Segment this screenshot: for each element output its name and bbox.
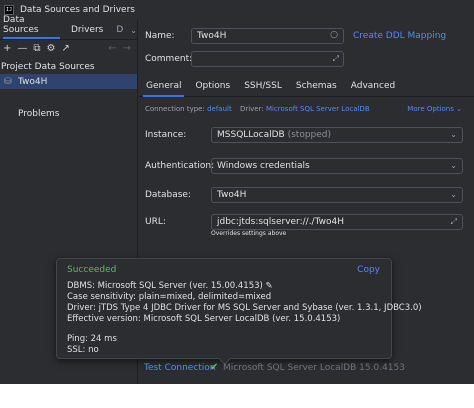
ssl-line: SSL: no: [67, 345, 99, 355]
project-data-sources-heading: Project Data Sources: [1, 62, 95, 72]
expand-icon[interactable]: ⤢: [451, 215, 457, 229]
chevron-down-icon: ⌄: [450, 161, 457, 170]
tab-data-sources[interactable]: Data Sources: [3, 15, 63, 39]
intellij-app-icon: IJ: [4, 5, 14, 15]
tab-ssh-ssl[interactable]: SSH/SSL: [237, 75, 289, 97]
url-hint: Overrides settings above: [211, 230, 287, 237]
instance-combo[interactable]: MSSQLLocalDB (stopped) ⌄: [211, 127, 463, 143]
url-label: URL:: [145, 217, 166, 227]
check-icon: ✔: [210, 362, 219, 373]
connection-type-label: Connection type:: [145, 105, 205, 113]
comment-label: Comment:: [145, 54, 193, 64]
add-icon[interactable]: +: [3, 43, 11, 54]
comment-field[interactable]: ⤢: [191, 51, 344, 67]
result-line: DBMS: Microsoft SQL Server (ver. 15.00.4…: [67, 281, 273, 291]
test-connection-result-popup: Succeeded Copy DBMS: Microsoft SQL Serve…: [56, 258, 422, 365]
title-bar: IJ Data Sources and Drivers: [0, 0, 474, 20]
settings-icon[interactable]: ⚙: [47, 43, 56, 54]
test-result-text: Microsoft SQL Server LocalDB 15.0.4153: [223, 363, 405, 373]
copy-link[interactable]: Copy: [357, 265, 380, 275]
back-arrow-icon[interactable]: ←: [108, 43, 116, 54]
tabs-overflow-chevron-icon[interactable]: ⌄: [130, 26, 137, 39]
instance-status: (stopped): [287, 130, 332, 140]
tab-drivers[interactable]: Drivers: [71, 25, 108, 39]
color-circle-icon[interactable]: ○: [330, 30, 338, 41]
duplicate-icon[interactable]: ⧉: [33, 43, 40, 54]
window-title: Data Sources and Drivers: [20, 5, 135, 15]
left-toolbar: + — ⧉ ⚙ ↗ ← →: [0, 40, 137, 57]
name-label: Name:: [145, 31, 175, 41]
chevron-down-icon: ⌄: [456, 105, 462, 113]
export-icon[interactable]: ↗: [62, 43, 70, 54]
tab-advanced[interactable]: Advanced: [344, 75, 402, 97]
connection-type-value[interactable]: default: [207, 105, 232, 113]
case-sensitivity-line: Case sensitivity: plain=mixed, delimited…: [67, 292, 272, 302]
tab-d-truncated[interactable]: D: [116, 25, 128, 39]
chevron-down-icon: ⌄: [450, 190, 457, 199]
authentication-combo[interactable]: Windows credentials ⌄: [211, 158, 463, 174]
url-value: jdbc:jtds:sqlserver://./Two4H: [217, 217, 344, 227]
more-options-link[interactable]: More Options ⌄: [407, 105, 462, 113]
dialog-window: IJ Data Sources and Drivers Data Sources…: [0, 0, 474, 384]
status-succeeded: Succeeded: [67, 265, 117, 275]
authentication-label: Authentication:: [145, 161, 215, 171]
forward-arrow-icon[interactable]: →: [123, 43, 131, 54]
settings-tabs: General Options SSH/SSL Schemas Advanced: [139, 75, 474, 97]
tab-options[interactable]: Options: [188, 75, 237, 97]
test-connection-bar: Test Connection ✔ Microsoft SQL Server L…: [139, 361, 474, 377]
data-source-name: Two4H: [18, 76, 48, 87]
left-tabs: Data Sources Drivers D ⌄: [0, 15, 137, 40]
database-icon: ⛁: [4, 76, 12, 87]
url-field[interactable]: jdbc:jtds:sqlserver://./Two4H ⤢: [211, 214, 463, 230]
effective-version-line: Effective version: Microsoft SQL Server …: [67, 314, 341, 324]
edit-pencil-icon[interactable]: ✎: [266, 281, 273, 291]
expand-icon[interactable]: ⤢: [333, 53, 339, 64]
name-value: Two4H: [197, 31, 227, 41]
authentication-value: Windows credentials: [217, 161, 310, 171]
database-combo[interactable]: Two4H ⌄: [211, 187, 463, 203]
ping-line: Ping: 24 ms: [67, 334, 117, 344]
create-ddl-mapping-link[interactable]: Create DDL Mapping: [353, 31, 446, 41]
database-value: Two4H: [217, 190, 247, 200]
driver-label: Driver:: [239, 105, 264, 113]
database-label: Database:: [145, 190, 191, 200]
tab-schemas[interactable]: Schemas: [289, 75, 344, 97]
remove-icon[interactable]: —: [17, 43, 27, 54]
driver-value[interactable]: Microsoft SQL Server LocalDB: [266, 105, 370, 113]
driver-line: Driver: jTDS Type 4 JDBC Driver for MS S…: [67, 303, 422, 313]
problems-item[interactable]: Problems: [0, 109, 137, 119]
tab-general[interactable]: General: [139, 75, 188, 97]
connection-info-row: Connection type: default Driver: Microso…: [145, 105, 370, 113]
data-source-item-two4h[interactable]: ⛁ Two4H: [0, 74, 137, 89]
chevron-down-icon: ⌄: [450, 130, 457, 139]
more-options-label: More Options: [407, 105, 454, 113]
instance-value: MSSQLLocalDB: [217, 130, 285, 140]
test-connection-link[interactable]: Test Connection: [144, 363, 216, 373]
dbms-line: DBMS: Microsoft SQL Server (ver. 15.00.4…: [67, 281, 263, 291]
name-field[interactable]: Two4H ○: [191, 28, 344, 44]
instance-label: Instance:: [145, 130, 187, 140]
